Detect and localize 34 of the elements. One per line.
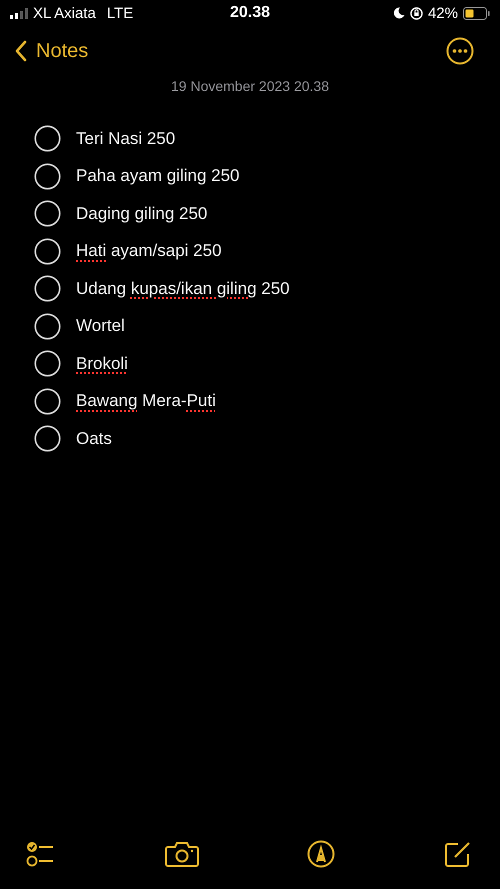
checkbox-circle[interactable] (34, 425, 61, 452)
more-icon[interactable] (446, 37, 474, 65)
chevron-icon (14, 40, 28, 62)
checkbox-circle[interactable] (34, 312, 61, 340)
checklist-icon[interactable] (26, 841, 56, 867)
checkbox-circle[interactable] (34, 162, 61, 190)
checklist-item-text: Wortel (76, 316, 125, 336)
checklist-item-text: Teri Nasi 250 (76, 128, 176, 149)
pen-tip-icon[interactable] (307, 840, 336, 868)
battery-icon (463, 6, 490, 20)
checkbox-circle[interactable] (34, 238, 61, 265)
checkbox-circle[interactable] (34, 388, 61, 415)
camera-icon[interactable] (164, 841, 199, 867)
compose-icon[interactable] (444, 840, 472, 868)
checklist-item-text: Udang kupas/ikan giling 250 (76, 278, 290, 299)
battery-percent: 42% (428, 4, 458, 22)
checklist-item-text: Paha ayam giling 250 (76, 166, 240, 186)
checkbox-circle[interactable] (34, 125, 61, 152)
signal-icon (10, 8, 28, 18)
checklist-item-text: Daging giling 250 (76, 204, 208, 224)
back-button[interactable]: Notes (14, 40, 88, 62)
checkbox-circle[interactable] (34, 275, 61, 302)
moon-icon (392, 7, 405, 19)
checklist-item-text: Oats (76, 428, 112, 449)
checkbox-circle[interactable] (34, 350, 61, 378)
network-type: LTE (106, 4, 134, 22)
note-date: 19 November 2023 20.38 (170, 78, 330, 94)
clock-time: 20.38 (230, 4, 270, 22)
carrier-name: XL Axiata (33, 4, 96, 22)
checklist-item-text: Hati ayam/sapi 250 (76, 241, 222, 262)
checklist-item-text: Brokoli (76, 354, 128, 374)
checkbox-circle[interactable] (34, 200, 61, 228)
rotation-lock-icon (410, 6, 423, 20)
checklist-item-text: Bawang Mera-Puti (76, 391, 216, 412)
